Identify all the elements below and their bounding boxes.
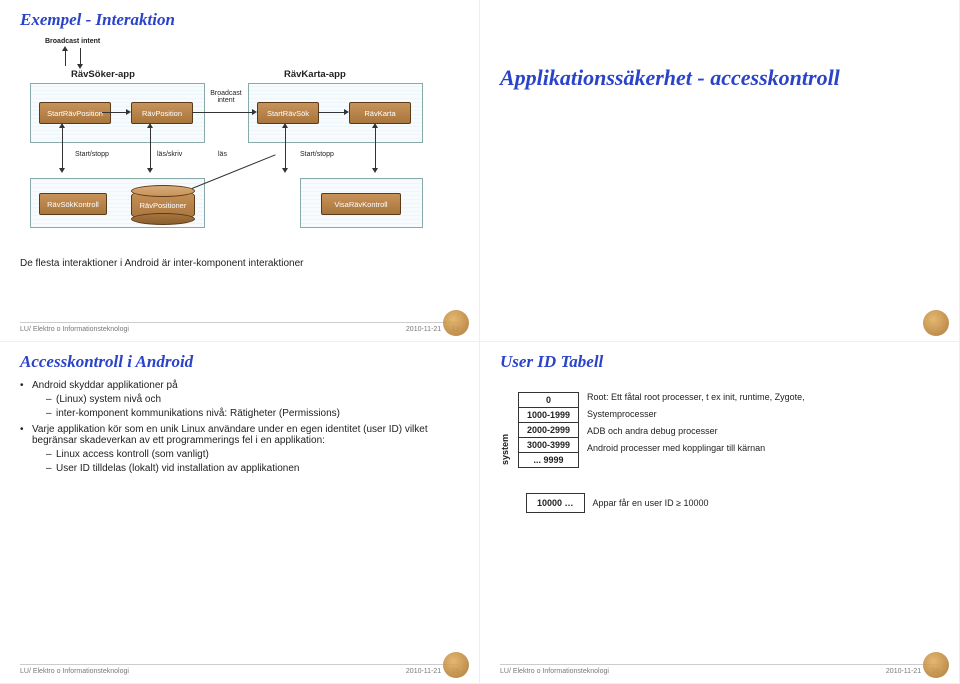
uid-extra-row: 10000 … Appar får en user ID ≥ 10000 bbox=[500, 493, 939, 513]
uid-cell: ... 9999 bbox=[519, 453, 579, 468]
slide-title: User ID Tabell bbox=[500, 352, 939, 372]
footer-org: LU/ Elektro o Informationsteknologi bbox=[20, 326, 129, 333]
slide-title: Applikationssäkerhet - accesskontroll bbox=[500, 65, 939, 91]
footer-org: LU/ Elektro o Informationsteknologi bbox=[20, 668, 129, 675]
slide-footer: LU/ Elektro o Informationsteknologi 2010… bbox=[500, 664, 939, 675]
uid-desc-row: Root: Ett fåtal root processer, t ex ini… bbox=[587, 392, 805, 402]
app-ravsoker-bottom: RävSökKontroll RävPositioner bbox=[30, 178, 205, 228]
uid-table: 0 1000-1999 2000-2999 3000-3999 ... 9999 bbox=[518, 392, 579, 468]
bullet: Android skyddar applikationer på (Linux)… bbox=[20, 380, 459, 419]
bullets: Android skyddar applikationer på (Linux)… bbox=[20, 380, 459, 474]
app-label: RävSöker-app bbox=[71, 69, 135, 80]
app-ravkarta-bottom: VisaRävKontroll bbox=[300, 178, 423, 228]
uid-cell: 2000-2999 bbox=[519, 423, 579, 438]
node-ravposition: RävPosition bbox=[131, 102, 193, 124]
uid-extra-id: 10000 … bbox=[526, 493, 585, 513]
seal-icon bbox=[923, 310, 949, 336]
edge-las-skriv: läs/skriv bbox=[157, 151, 182, 158]
bullet: Varje applikation kör som en unik Linux … bbox=[20, 424, 459, 474]
app-label: RävKarta-app bbox=[284, 69, 346, 80]
slide-2: Applikationssäkerhet - accesskontroll bbox=[480, 0, 960, 342]
sub-bullet: inter-komponent kommunikations nivå: Rät… bbox=[46, 408, 459, 419]
slide-title: Accesskontroll i Android bbox=[20, 352, 459, 372]
edge-las: läs bbox=[218, 151, 227, 158]
slide-4: User ID Tabell system 0 1000-1999 2000-2… bbox=[480, 342, 960, 684]
slide-title: Exempel - Interaktion bbox=[20, 10, 459, 30]
uid-desc-row: ADB och andra debug processer bbox=[587, 426, 805, 436]
uid-desc-row: Systemprocesser bbox=[587, 409, 805, 419]
cylinder-ravpositioner: RävPositioner bbox=[131, 189, 195, 221]
slide-footer: LU/ Elektro o Informationsteknologi 2010… bbox=[20, 322, 459, 333]
node-startravsok: StartRävSök bbox=[257, 102, 319, 124]
broadcast-intent-edge: Broadcast intent bbox=[206, 90, 246, 104]
slide-footer: LU/ Elektro o Informationsteknologi 2010… bbox=[20, 664, 459, 675]
uid-cell: 1000-1999 bbox=[519, 408, 579, 423]
seal-icon bbox=[443, 652, 469, 678]
seal-icon bbox=[923, 652, 949, 678]
slide-note: De flesta interaktioner i Android är int… bbox=[20, 258, 459, 269]
broadcast-intent-label: Broadcast intent bbox=[45, 38, 100, 45]
node-startravposition: StartRävPosition bbox=[39, 102, 111, 124]
uid-descriptions: Root: Ett fåtal root processer, t ex ini… bbox=[587, 392, 805, 453]
footer-date: 2010-11-21 bbox=[886, 668, 921, 675]
slide-1: Exempel - Interaktion Broadcast intent R… bbox=[0, 0, 480, 342]
edge-start-stopp-2: Start/stopp bbox=[300, 151, 334, 158]
slide-3: Accesskontroll i Android Android skyddar… bbox=[0, 342, 480, 684]
uid-cell: 0 bbox=[519, 393, 579, 408]
footer-date: 2010-11-21 bbox=[406, 326, 441, 333]
seal-icon bbox=[443, 310, 469, 336]
sub-bullet: (Linux) system nivå och bbox=[46, 394, 459, 405]
sub-bullet: User ID tilldelas (lokalt) vid installat… bbox=[46, 463, 459, 474]
node-ravkarta: RävKarta bbox=[349, 102, 411, 124]
node-visaravkontroll: VisaRävKontroll bbox=[321, 193, 401, 215]
uid-desc-row: Android processer med kopplingar till kä… bbox=[587, 443, 805, 453]
footer-date: 2010-11-21 bbox=[406, 668, 441, 675]
edge-start-stopp-1: Start/stopp bbox=[75, 151, 109, 158]
node-ravsokkontroll: RävSökKontroll bbox=[39, 193, 107, 215]
uid-table-wrap: system 0 1000-1999 2000-2999 3000-3999 .… bbox=[500, 392, 939, 468]
sub-bullet: Linux access kontroll (som vanligt) bbox=[46, 449, 459, 460]
footer-org: LU/ Elektro o Informationsteknologi bbox=[500, 668, 609, 675]
uid-cell: 3000-3999 bbox=[519, 438, 579, 453]
system-label: system bbox=[500, 395, 510, 465]
uid-extra-desc: Appar får en user ID ≥ 10000 bbox=[593, 498, 709, 508]
diagram: Broadcast intent RävSöker-app StartRävPo… bbox=[20, 38, 440, 233]
app-ravsoker: RävSöker-app StartRävPosition RävPositio… bbox=[30, 83, 205, 143]
app-ravkarta: RävKarta-app StartRävSök RävKarta bbox=[248, 83, 423, 143]
